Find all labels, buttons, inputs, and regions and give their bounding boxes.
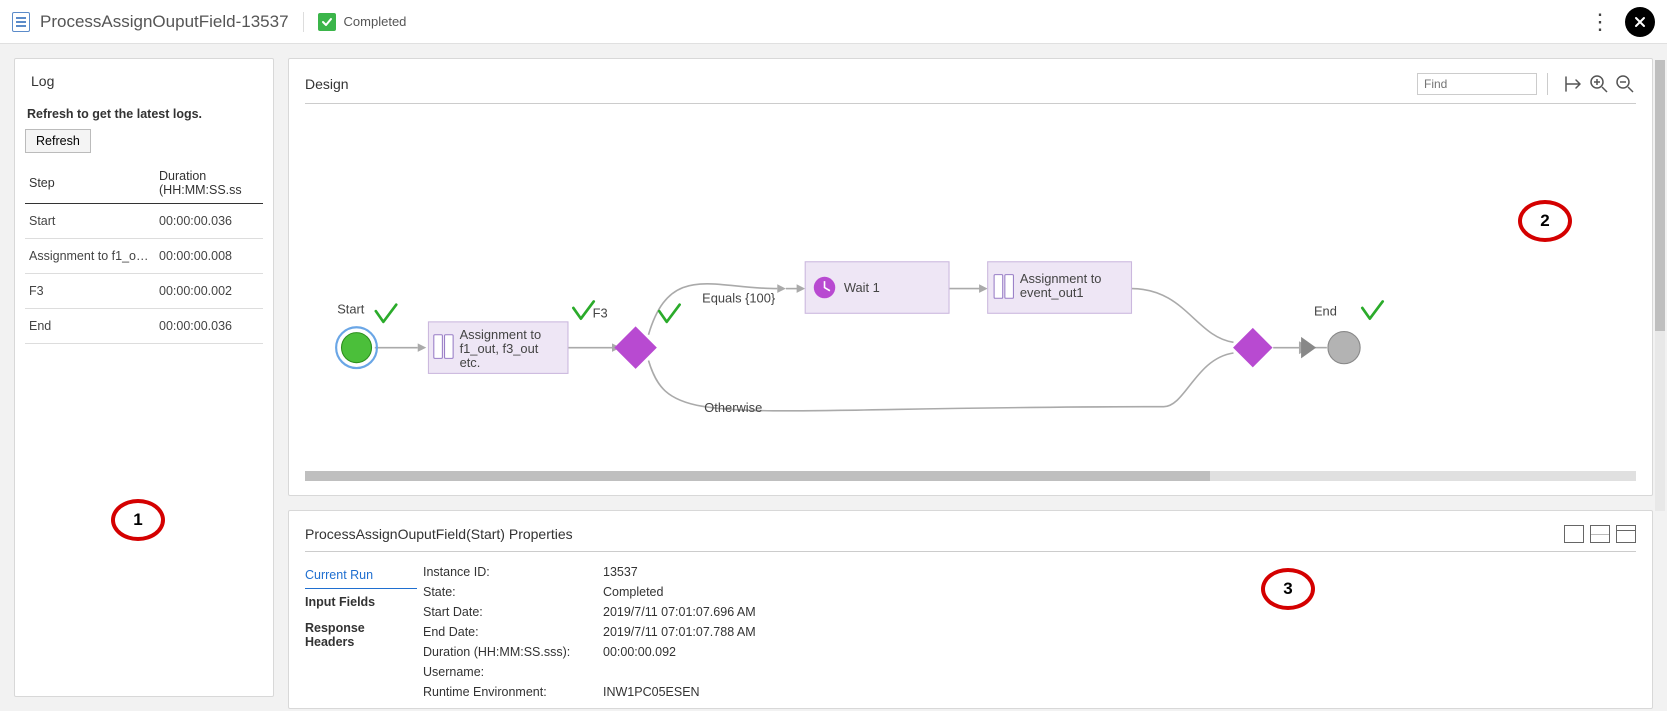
table-row[interactable]: F300:00:00.002 [25,274,263,309]
svg-text:etc.: etc. [460,355,481,370]
right-column: Design [288,58,1653,697]
properties-tabs: Current Run Input Fields Response Header… [305,562,417,702]
log-panel-title: Log [25,73,263,89]
layout-split-icon[interactable] [1590,525,1610,543]
properties-values: Instance ID:13537 State:Completed Start … [417,562,1636,702]
log-col-step[interactable]: Step [25,163,155,204]
svg-text:event_out1: event_out1 [1020,285,1084,300]
end-node[interactable] [1328,332,1360,364]
log-panel: Log Refresh to get the latest logs. Refr… [14,58,274,697]
annotation-1: 1 [111,499,165,541]
design-panel-title: Design [305,76,1417,92]
status-chip: Completed [318,13,407,31]
find-input[interactable] [1417,73,1537,95]
status-label: Completed [344,14,407,29]
main: Log Refresh to get the latest logs. Refr… [0,44,1667,711]
svg-text:Equals {100}: Equals {100} [702,291,776,306]
tab-current-run[interactable]: Current Run [305,562,417,589]
log-col-duration[interactable]: Duration (HH:MM:SS.ss [155,163,263,204]
merge-node[interactable] [1233,328,1272,367]
properties-panel: ProcessAssignOuputField(Start) Propertie… [288,510,1653,709]
design-panel: Design [288,58,1653,496]
close-button[interactable] [1625,7,1655,37]
tab-response-headers[interactable]: Response Headers [305,615,417,655]
log-table: Step Duration (HH:MM:SS.ss Start00:00:00… [25,163,263,344]
svg-text:F3: F3 [593,306,608,321]
layout-single-icon[interactable] [1564,525,1584,543]
zoom-out-icon[interactable] [1614,73,1636,95]
log-help-text: Refresh to get the latest logs. [25,107,263,121]
svg-text:f1_out, f3_out: f1_out, f3_out [460,341,539,356]
start-node[interactable] [341,333,371,363]
design-canvas[interactable]: Start Assignment to f1_out, f3_out etc. … [305,110,1636,467]
svg-text:Assignment to: Assignment to [1020,271,1102,286]
zoom-in-icon[interactable] [1588,73,1610,95]
refresh-button[interactable]: Refresh [25,129,91,153]
tab-input-fields[interactable]: Input Fields [305,589,417,615]
properties-title: ProcessAssignOuputField(Start) Propertie… [305,526,1564,542]
document-icon [12,12,30,32]
svg-text:Otherwise: Otherwise [704,400,762,415]
topbar: ProcessAssignOuputField-13537 Completed … [0,0,1667,44]
page-title: ProcessAssignOuputField-13537 [40,12,304,32]
fit-icon[interactable] [1562,73,1584,95]
table-row[interactable]: Assignment to f1_out, f...00:00:00.008 [25,239,263,274]
horizontal-scrollbar[interactable] [305,471,1636,481]
svg-text:End: End [1314,303,1337,318]
table-row[interactable]: Start00:00:00.036 [25,204,263,239]
start-label: Start [337,301,365,316]
decision-node-f3[interactable] [614,326,657,369]
table-row[interactable]: End00:00:00.036 [25,309,263,344]
layout-top-icon[interactable] [1616,525,1636,543]
svg-text:Assignment to: Assignment to [460,327,542,342]
vertical-scrollbar[interactable] [1655,60,1665,511]
svg-text:Wait 1: Wait 1 [844,280,880,295]
end-triangle-icon [1301,337,1316,358]
more-menu-icon[interactable]: ⋮ [1589,9,1611,35]
check-icon [318,13,336,31]
